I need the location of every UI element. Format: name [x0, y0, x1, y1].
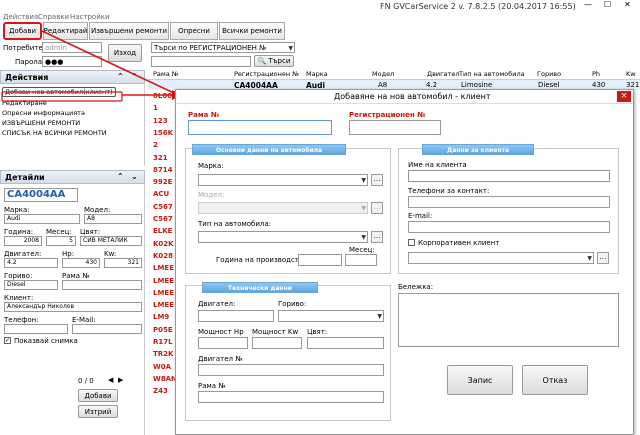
year-input[interactable]: [298, 254, 342, 266]
client-phone-label: Телефони за контакт:: [408, 187, 490, 195]
make-more-button[interactable]: …: [371, 174, 383, 186]
hp-label: Мощност Hp: [198, 328, 244, 336]
note-label: Бележка:: [398, 283, 434, 291]
reg-input[interactable]: [349, 120, 441, 135]
corporate-combo[interactable]: ▼: [408, 252, 594, 264]
client-name-input[interactable]: [408, 170, 610, 182]
fuel-combo[interactable]: ▼: [278, 310, 384, 322]
make-label: Марка:: [198, 162, 224, 170]
vin2-label: Рама №: [198, 382, 226, 390]
make-combo[interactable]: ▼: [198, 174, 368, 186]
chevron-down-icon: ▼: [361, 205, 366, 212]
chevron-down-icon: ▼: [377, 313, 382, 320]
vin-label: Рама №: [188, 111, 220, 119]
type-combo[interactable]: ▼: [198, 231, 368, 243]
chevron-down-icon: ▼: [361, 234, 366, 241]
engine-label: Двигател:: [198, 300, 236, 308]
kw-input[interactable]: [252, 337, 302, 349]
year-label: Година на производство:: [216, 256, 310, 264]
client-email-label: E-mail:: [408, 212, 433, 220]
vin-input[interactable]: [188, 120, 332, 135]
engine-no-input[interactable]: [198, 364, 384, 376]
kw-label: Мощност Kw: [252, 328, 299, 336]
engine-input[interactable]: [198, 310, 274, 322]
reg-label: Регистрационен №: [349, 111, 426, 119]
model-more-button[interactable]: …: [371, 202, 383, 214]
dialog-title: Добавяне на нов автомобил - клиент: [334, 92, 491, 101]
type-more-button[interactable]: …: [371, 231, 383, 243]
dialog-body: Рама № Регистрационен № Основни данни на…: [176, 104, 633, 434]
corporate-checkbox[interactable]: [408, 239, 415, 246]
hp-input[interactable]: [198, 337, 248, 349]
main-data-header: Основни данни на автомобила: [192, 144, 346, 155]
client-data-header: Данни за клиента: [422, 144, 534, 155]
vin2-input[interactable]: [198, 391, 384, 403]
type-label: Тип на автомобила:: [198, 220, 272, 228]
save-button[interactable]: Запис: [447, 365, 513, 395]
add-car-dialog: Добавяне на нов автомобил - клиент × Рам…: [175, 89, 634, 435]
color-label: Цвят:: [307, 328, 328, 336]
chevron-down-icon: ▼: [587, 255, 592, 262]
client-phone-input[interactable]: [408, 196, 610, 208]
note-textarea[interactable]: [398, 293, 619, 347]
color-input[interactable]: [307, 337, 384, 349]
dialog-close-icon[interactable]: ×: [617, 91, 631, 102]
corporate-more-button[interactable]: …: [597, 252, 609, 264]
chevron-down-icon: ▼: [361, 177, 366, 184]
month-input[interactable]: [345, 254, 377, 266]
tech-data-header: Технически данни: [202, 282, 318, 293]
engine-no-label: Двигател №: [198, 355, 243, 363]
month-label: Месец:: [349, 246, 375, 254]
corporate-label: Корпоративен клиент: [418, 239, 500, 247]
highlight-box: [1, 91, 123, 102]
client-email-input[interactable]: [408, 221, 610, 233]
client-name-label: Име на клиента: [408, 161, 467, 169]
cancel-button[interactable]: Отказ: [522, 365, 588, 395]
model-combo[interactable]: ▼: [198, 202, 368, 214]
dialog-titlebar: Добавяне на нов автомобил - клиент ×: [176, 90, 633, 104]
fuel-label: Гориво:: [278, 300, 307, 308]
arrow-line-top: [41, 30, 177, 95]
model-label: Модел:: [198, 191, 225, 199]
